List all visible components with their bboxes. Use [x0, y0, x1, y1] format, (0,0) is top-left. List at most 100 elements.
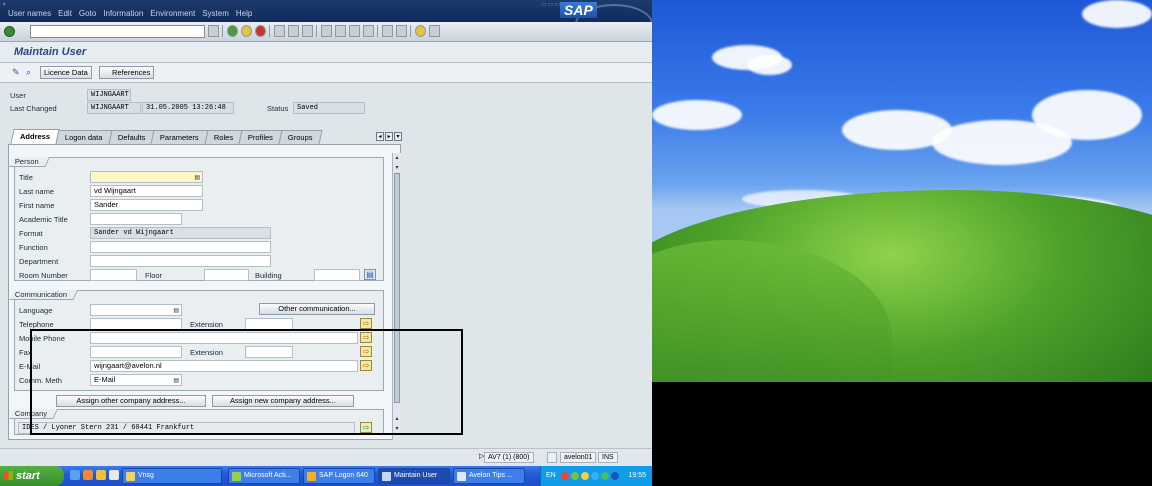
start-button[interactable]: start: [0, 466, 64, 486]
person-group-title: Person: [9, 157, 50, 167]
assign-new-company-button[interactable]: Assign new company address...: [212, 395, 354, 407]
dropdown-icon[interactable]: ▤: [194, 173, 200, 183]
window-controls[interactable]: ▭▭▭: [541, 1, 561, 8]
layout-menu-icon[interactable]: [429, 25, 440, 37]
new-session-icon[interactable]: [382, 25, 393, 37]
system-menu-icon[interactable]: ▪: [3, 1, 5, 8]
menu-help[interactable]: Help: [236, 9, 252, 18]
help-icon[interactable]: [415, 25, 426, 37]
floor-label: Floor: [145, 271, 163, 280]
scroll-down-icon[interactable]: ▾: [393, 426, 401, 434]
tray-icon[interactable]: [611, 472, 619, 480]
scroll-up-icon[interactable]: ▴: [393, 416, 401, 424]
telephone-input[interactable]: [90, 318, 182, 330]
back-icon[interactable]: [227, 25, 238, 37]
menu-edit[interactable]: Edit: [58, 9, 72, 18]
task-maintain-user[interactable]: Maintain User: [378, 468, 450, 484]
company-address-field: IDES / Lyoner Stern 231 / 60441 Frankfur…: [18, 422, 355, 434]
standard-toolbar: [0, 22, 652, 42]
task-microsoft-activesync[interactable]: Microsoft Acti...: [228, 468, 300, 484]
tray-icon[interactable]: [571, 472, 579, 480]
tab-scroll-left-icon[interactable]: ◂: [376, 132, 384, 141]
menu-environment[interactable]: Environment: [150, 9, 195, 18]
next-page-icon[interactable]: [349, 25, 360, 37]
tray-icon[interactable]: [601, 472, 609, 480]
lastname-input[interactable]: vd Wijngaart: [90, 185, 203, 197]
insert-mode[interactable]: INS: [598, 452, 618, 463]
email-more-icon[interactable]: ⇨: [360, 360, 372, 371]
enter-icon[interactable]: [4, 26, 15, 37]
title-input[interactable]: ▤: [90, 171, 203, 183]
comm-method-input[interactable]: E-Mail ▤: [90, 374, 182, 386]
dropdown-icon[interactable]: ▤: [173, 306, 179, 316]
company-more-icon[interactable]: ⇨: [360, 422, 372, 433]
save-icon[interactable]: [208, 25, 219, 37]
print-icon[interactable]: [274, 25, 285, 37]
task-avelon-tips[interactable]: Avelon Tips ...: [453, 468, 525, 484]
tab-scroll-right-icon[interactable]: ▸: [385, 132, 393, 141]
tab-roles[interactable]: Roles: [204, 130, 243, 144]
function-input[interactable]: [90, 241, 271, 253]
fax-more-icon[interactable]: ⇨: [360, 346, 372, 357]
scrollbar-thumb[interactable]: [394, 173, 400, 403]
room-number-input[interactable]: [90, 269, 137, 281]
mobile-more-icon[interactable]: ⇨: [360, 332, 372, 343]
firstname-input[interactable]: Sander: [90, 199, 203, 211]
floor-input[interactable]: [204, 269, 249, 281]
more-address-icon[interactable]: ▤: [364, 269, 376, 280]
command-field[interactable]: [30, 25, 205, 38]
change-display-icon[interactable]: ✎: [12, 67, 23, 77]
shortcut-icon[interactable]: [396, 25, 407, 37]
cancel-icon[interactable]: [255, 25, 266, 37]
menu-goto[interactable]: Goto: [79, 9, 96, 18]
task-sap-logon[interactable]: SAP Logon 640: [303, 468, 375, 484]
first-page-icon[interactable]: [321, 25, 332, 37]
tray-icon[interactable]: [561, 472, 569, 480]
task-vnsg[interactable]: Vnsg: [122, 468, 222, 484]
language-indicator[interactable]: EN: [546, 466, 556, 486]
quick-launch-icon[interactable]: [109, 470, 119, 480]
references-button[interactable]: References: [99, 66, 155, 79]
department-label: Department: [19, 257, 59, 266]
tab-list-icon[interactable]: ▾: [394, 132, 402, 141]
tray-icon[interactable]: [591, 472, 599, 480]
scroll-up-icon[interactable]: ▴: [393, 155, 401, 163]
menu-information[interactable]: Information: [103, 9, 143, 18]
licence-data-button[interactable]: Licence Data: [40, 66, 92, 79]
telephone-label: Telephone: [19, 320, 54, 329]
tab-logon-data[interactable]: Logon data: [55, 130, 113, 144]
tab-groups[interactable]: Groups: [278, 130, 323, 144]
exit-icon[interactable]: [241, 25, 252, 37]
telephone-more-icon[interactable]: ⇨: [360, 318, 372, 329]
academic-title-input[interactable]: [90, 213, 182, 225]
scroll-down-icon[interactable]: ▾: [393, 165, 401, 173]
menu-user-names[interactable]: User names: [8, 9, 51, 18]
extension-input[interactable]: [245, 318, 293, 330]
tab-address[interactable]: Address: [10, 129, 60, 144]
vertical-scrollbar[interactable]: ▴ ▾ ▴ ▾: [392, 153, 401, 440]
find-next-icon[interactable]: [302, 25, 313, 37]
other-communication-button[interactable]: Other communication...: [259, 303, 375, 315]
fax-input[interactable]: [90, 346, 182, 358]
dropdown-icon[interactable]: ▤: [173, 376, 179, 386]
email-input[interactable]: wijngaart@avelon.nl: [90, 360, 358, 372]
assign-other-company-button[interactable]: Assign other company address...: [56, 395, 206, 407]
system-info[interactable]: AV7 (1) (800): [484, 452, 534, 463]
quick-launch-icon[interactable]: [70, 470, 80, 480]
display-icon[interactable]: ⌕: [26, 67, 37, 77]
quick-launch-icon[interactable]: [96, 470, 106, 480]
menu-system[interactable]: System: [202, 9, 229, 18]
quick-launch-icon[interactable]: [83, 470, 93, 480]
language-input[interactable]: ▤: [90, 304, 182, 316]
tray-icon[interactable]: [581, 472, 589, 480]
tab-parameters[interactable]: Parameters: [150, 130, 209, 144]
tab-profiles[interactable]: Profiles: [238, 130, 283, 144]
find-icon[interactable]: [288, 25, 299, 37]
fax-extension-input[interactable]: [245, 346, 293, 358]
last-page-icon[interactable]: [363, 25, 374, 37]
building-input[interactable]: [314, 269, 360, 281]
tab-defaults[interactable]: Defaults: [108, 130, 155, 144]
mobile-phone-input[interactable]: [90, 332, 358, 344]
department-input[interactable]: [90, 255, 271, 267]
previous-page-icon[interactable]: [335, 25, 346, 37]
